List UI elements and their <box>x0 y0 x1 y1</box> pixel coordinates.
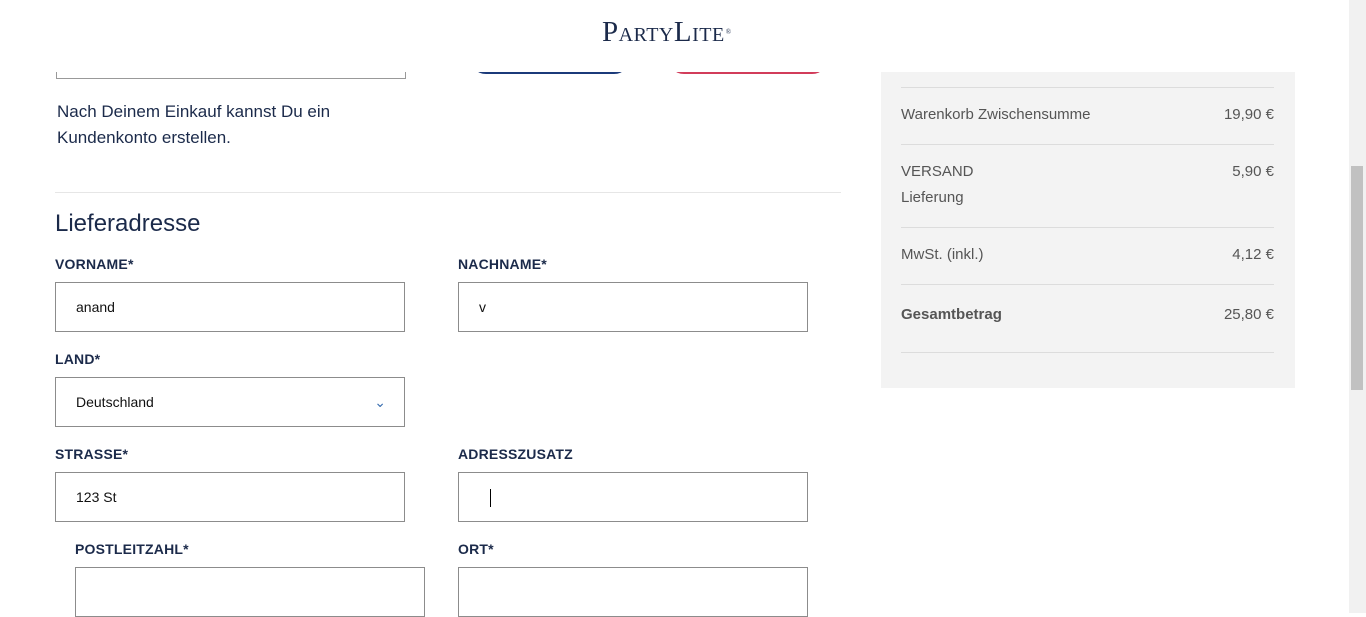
shipping-label: VERSAND <box>901 163 974 180</box>
vat-label: MwSt. (inkl.) <box>901 246 984 263</box>
shipping-value: 5,90 € <box>1232 163 1274 180</box>
total-label: Gesamtbetrag <box>901 306 1002 323</box>
postcode-input[interactable] <box>75 567 425 617</box>
subtotal-label: Warenkorb Zwischensumme <box>901 106 1091 123</box>
scrollbar-thumb[interactable] <box>1351 166 1363 390</box>
country-value: Deutschland <box>76 394 154 410</box>
summary-divider <box>901 144 1274 145</box>
total-value: 25,80 € <box>1223 306 1274 323</box>
country-select[interactable]: Deutschland ⌄ <box>55 377 405 427</box>
postcode-label: POSTLEITZAHL* <box>75 541 189 557</box>
section-divider <box>55 192 841 193</box>
first-name-label: VORNAME* <box>55 256 134 272</box>
first-name-value: anand <box>76 299 115 315</box>
city-label: ORT* <box>458 541 494 557</box>
street-input[interactable]: 123 St <box>55 472 405 522</box>
street-label: STRASSE* <box>55 446 129 462</box>
subtotal-value: 19,90 € <box>1223 106 1274 123</box>
address-extra-label: ADRESSZUSATZ <box>458 446 573 462</box>
street-value: 123 St <box>76 489 117 505</box>
page-scrollbar[interactable] <box>1349 0 1366 613</box>
first-name-input[interactable]: anand <box>55 282 405 332</box>
country-label: LAND* <box>55 351 101 367</box>
account-info-text: Nach Deinem Einkauf kannst Du ein Kunden… <box>57 102 331 147</box>
chevron-down-icon: ⌄ <box>374 394 386 410</box>
last-name-input[interactable]: v <box>458 282 808 332</box>
shipping-address-title: Lieferadresse <box>55 210 201 237</box>
address-extra-input[interactable] <box>458 472 808 522</box>
summary-divider <box>901 87 1274 88</box>
last-name-value: v <box>479 299 486 315</box>
summary-divider <box>901 284 1274 285</box>
summary-divider <box>901 352 1274 353</box>
partylite-logo[interactable]: PartyLite® <box>602 14 732 50</box>
city-input[interactable] <box>458 567 808 617</box>
text-cursor <box>490 489 491 507</box>
vat-value: 4,12 € <box>1232 246 1274 263</box>
last-name-label: NACHNAME* <box>458 256 547 272</box>
order-summary-panel: Warenkorb Zwischensumme 19,90 € VERSAND … <box>881 72 1295 388</box>
site-header: PartyLite® <box>0 0 1349 72</box>
summary-divider <box>901 227 1274 228</box>
shipping-sublabel: Lieferung <box>901 189 964 206</box>
